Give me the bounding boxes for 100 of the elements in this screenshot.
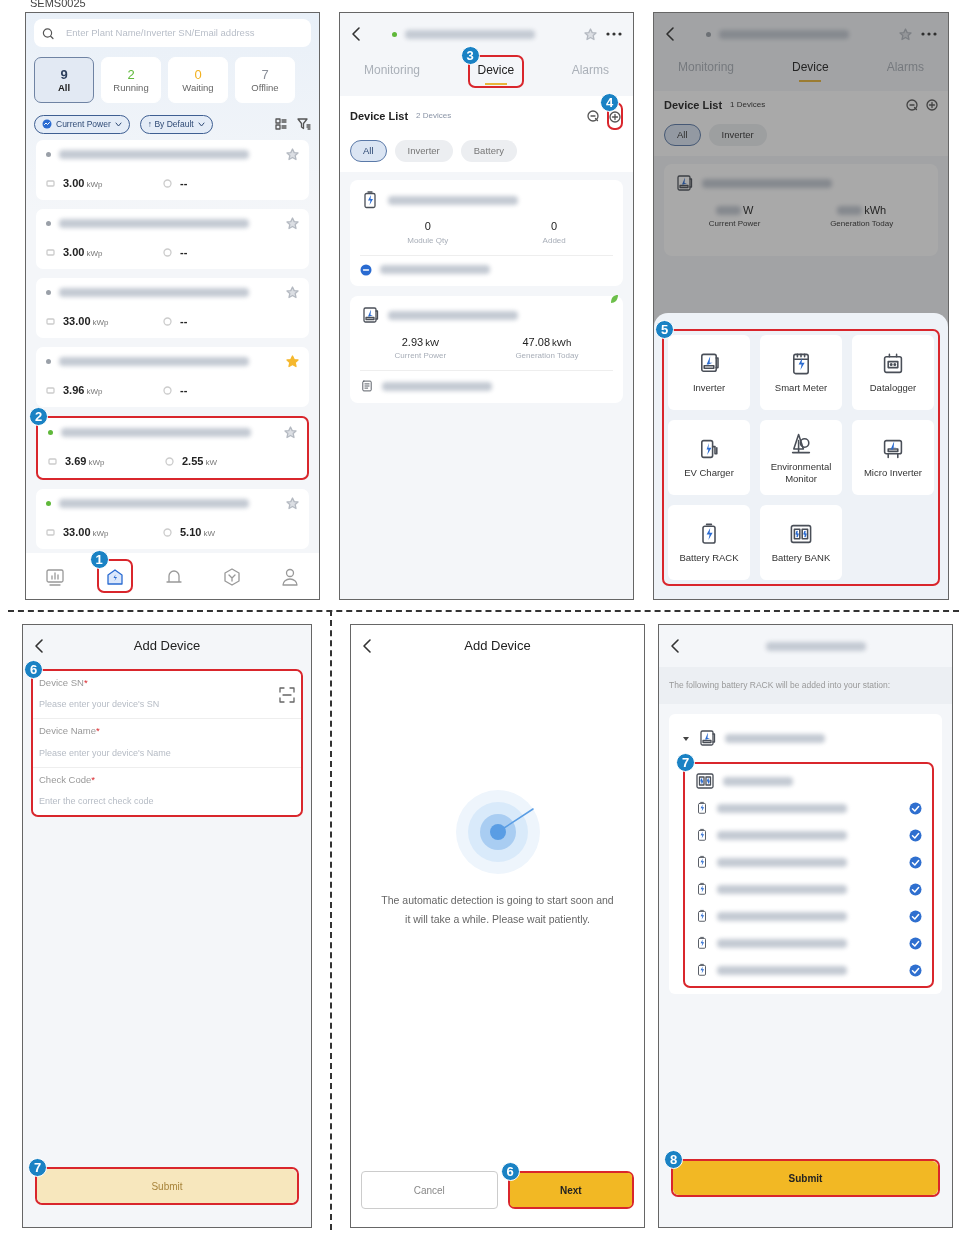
star-outline-icon[interactable] — [286, 216, 299, 230]
status-tab[interactable]: 7 Offline — [235, 57, 295, 103]
plant-card[interactable]: 3.96 kWp -- — [36, 346, 309, 407]
cube-icon — [222, 566, 243, 587]
more-icon[interactable] — [920, 31, 938, 37]
scan-icon[interactable] — [279, 687, 295, 704]
filter-icon[interactable] — [297, 118, 311, 131]
field-label: Device Name* — [39, 724, 101, 739]
capacity-icon — [46, 386, 55, 395]
device-icon — [697, 728, 717, 749]
add-icon[interactable] — [609, 110, 621, 123]
plant-card[interactable]: 3.00 kWp -- — [36, 139, 309, 200]
capacity-icon — [46, 528, 55, 537]
checked-icon[interactable] — [909, 882, 922, 896]
device-icon — [695, 935, 709, 952]
stat-label: Added — [542, 234, 566, 247]
device-type-option[interactable]: Micro Inverter — [852, 420, 934, 495]
back-icon[interactable] — [664, 26, 676, 42]
device-type-option[interactable]: Battery RACK — [668, 505, 750, 580]
search-icon[interactable] — [587, 110, 599, 122]
search-icon — [42, 26, 54, 40]
device-type-option[interactable]: Smart Meter — [760, 335, 842, 410]
device-type-option[interactable]: Inverter — [668, 335, 750, 410]
plant-card[interactable]: 3.00 kWp -- — [36, 208, 309, 269]
step-number: 8 — [664, 1150, 683, 1169]
status-tab[interactable]: 2 Running — [101, 57, 161, 103]
datalogger-icon — [360, 379, 374, 394]
device-icon — [789, 431, 813, 456]
input-field[interactable]: Please enter your device's Name — [39, 742, 295, 762]
star-outline-icon[interactable] — [286, 147, 299, 161]
checked-icon[interactable] — [909, 855, 922, 869]
step-number: 1 — [89, 550, 109, 569]
star-outline-icon[interactable] — [286, 496, 299, 510]
device-type-option[interactable]: Battery BANK — [760, 505, 842, 580]
stat-label: Generation Today — [515, 350, 579, 363]
capacity-icon — [48, 457, 57, 466]
status-tab[interactable]: 0 Waiting — [168, 57, 228, 103]
stat-label: Module Qty — [407, 234, 449, 247]
device-type-option[interactable]: EV Charger — [668, 420, 750, 495]
filter-tab[interactable]: All — [350, 140, 387, 163]
step-number: 3 — [460, 46, 480, 65]
search-field[interactable]: Enter Plant Name/Inverter SN/Email address — [34, 19, 311, 47]
star-outline-icon[interactable] — [284, 425, 297, 439]
back-icon[interactable] — [669, 638, 681, 654]
stat-label: Generation Today — [830, 218, 894, 231]
device-icon — [695, 962, 709, 979]
capacity-reading: 33.00 kWp — [63, 314, 110, 330]
input-field[interactable]: Enter the correct check code — [39, 790, 295, 811]
device-icon — [881, 351, 905, 376]
search-input[interactable]: Enter Plant Name/Inverter SN/Email address — [63, 24, 303, 42]
status-message: The automatic detection is going to start soon and it will take a while. Please wait patiently. — [380, 893, 615, 927]
caret-down-icon[interactable] — [683, 735, 689, 742]
stat-value: 0 — [550, 219, 559, 235]
back-icon[interactable] — [350, 26, 362, 42]
device-icon — [695, 827, 709, 844]
star-outline-icon[interactable] — [584, 27, 597, 41]
star-outline-icon[interactable] — [286, 285, 299, 299]
checked-icon[interactable] — [909, 909, 922, 923]
filter-tab[interactable]: Inverter — [708, 123, 767, 146]
blurred-text — [723, 776, 793, 786]
status-tab[interactable]: 9 All — [34, 57, 94, 103]
filter-tab[interactable]: All — [664, 123, 701, 146]
star-filled-icon[interactable] — [286, 354, 299, 368]
back-icon[interactable] — [33, 638, 45, 654]
device-type-option[interactable]: Environmental Monitor — [760, 420, 842, 495]
power-icon — [163, 248, 172, 257]
add-icon[interactable] — [926, 99, 938, 112]
status-dot — [706, 31, 711, 37]
back-icon[interactable] — [361, 638, 373, 654]
device-icon — [695, 854, 709, 871]
device-card[interactable]: 2.93 kW Current Power 47.08 kWh Generation Today — [350, 295, 623, 404]
search-icon[interactable] — [906, 99, 918, 112]
form-field[interactable]: Check Code* Enter the correct check code — [33, 767, 301, 815]
power-reading: -- — [180, 314, 188, 330]
tab[interactable]: Device — [784, 55, 837, 83]
device-count: 2 Devices — [416, 110, 452, 122]
input-field[interactable]: Please enter your device's SN — [39, 694, 279, 714]
sort-chip[interactable]: ↑ By Default — [139, 115, 213, 134]
cancel-button[interactable]: Cancel — [361, 1171, 498, 1209]
checked-icon[interactable] — [909, 963, 922, 977]
plant-card[interactable]: 33.00 kWp 5.10 kW — [36, 488, 309, 549]
checked-icon[interactable] — [909, 801, 922, 815]
filter-tab[interactable]: Battery — [460, 140, 517, 163]
star-outline-icon[interactable] — [899, 27, 912, 41]
checked-icon[interactable] — [909, 936, 922, 950]
blurred-text — [837, 205, 863, 215]
power-icon — [163, 317, 172, 326]
step-number: 7 — [28, 1158, 47, 1177]
capacity-reading: 3.00 kWp — [63, 176, 104, 192]
capacity-icon — [46, 248, 55, 257]
more-icon[interactable] — [605, 31, 623, 37]
filter-tab[interactable]: Inverter — [394, 140, 453, 163]
device-type-option[interactable]: Datalogger — [852, 335, 934, 410]
device-card[interactable]: 0 Module Qty 0 Added — [350, 180, 623, 286]
list-view-icon[interactable] — [275, 118, 287, 131]
plant-card[interactable]: 33.00 kWp -- — [36, 277, 309, 338]
sort-chip[interactable]: Current Power — [34, 115, 130, 134]
device-card[interactable]: W Current Power kWh Generation Today — [664, 163, 938, 257]
form-field[interactable]: Device Name* Please enter your device's Name — [33, 719, 301, 768]
checked-icon[interactable] — [909, 828, 922, 842]
